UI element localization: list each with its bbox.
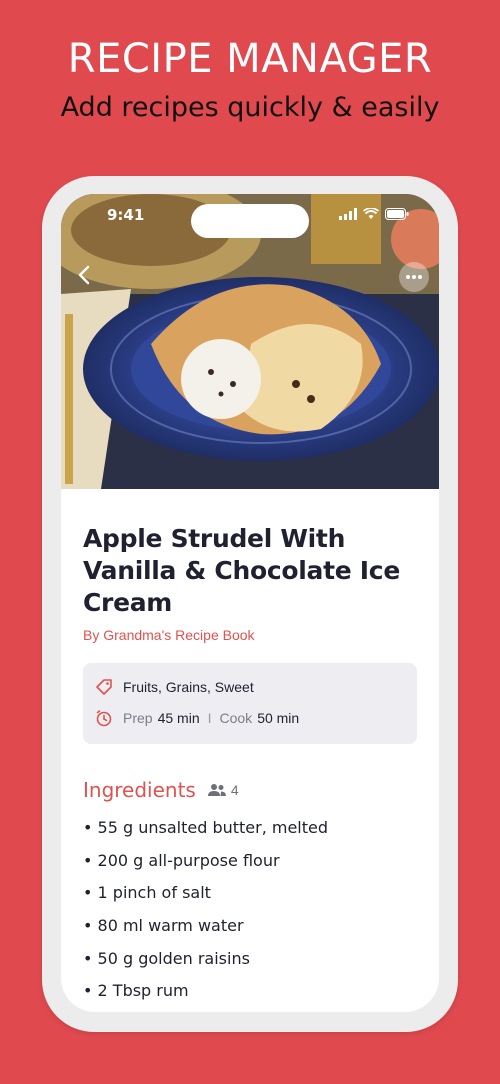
battery-icon [385, 208, 409, 220]
chevron-left-icon [78, 265, 90, 285]
recipe-photo: 9:41 [61, 194, 439, 489]
ingredient-item: • 1 pinch of salt [83, 883, 211, 903]
cook-label: Cook [219, 710, 253, 726]
prep-label: Prep [123, 710, 153, 726]
status-time: 9:41 [107, 206, 145, 224]
status-icons [339, 208, 409, 220]
recipe-photo-art [61, 194, 439, 489]
recipe-tags: Fruits, Grains, Sweet [123, 679, 254, 695]
banner-title: RECIPE MANAGER [67, 36, 433, 82]
wifi-icon [363, 208, 379, 219]
recipe-title: Apple Strudel With Vanilla & Chocolate I… [83, 524, 400, 617]
cook-time: 50 min [257, 710, 300, 726]
recipe-content: Apple Strudel With Vanilla & Chocolate I… [83, 489, 419, 1012]
more-options-button[interactable] [399, 262, 429, 292]
signal-icon [339, 208, 357, 220]
ingredient-item: • 2 Tbsp rum [83, 981, 189, 1001]
servings-count: 4 [230, 782, 239, 798]
ingredient-item: • 200 g all-purpose flour [83, 850, 280, 870]
people-icon [207, 783, 226, 797]
timer-icon [95, 709, 113, 727]
tags-row[interactable]: Fruits, Grains, Sweet [95, 677, 405, 697]
dynamic-island [191, 204, 309, 238]
servings-button[interactable]: 4 [207, 782, 239, 798]
back-button[interactable] [71, 260, 97, 290]
tag-icon [95, 678, 113, 696]
recipe-screen: 9:41 Apple Strudel With Vanilla & Chocol… [61, 194, 439, 1012]
ingredient-item: • 80 ml warm water [83, 916, 244, 936]
ingredients-header: Ingredients 4 [83, 778, 419, 802]
prep-time: 45 min [157, 710, 200, 726]
recipe-info-card: Fruits, Grains, Sweet Prep 45 min I Cook… [83, 663, 417, 744]
banner-subtitle: Add recipes quickly & easily [60, 92, 440, 123]
time-separator: I [207, 710, 212, 726]
more-horizontal-icon [406, 275, 422, 279]
time-row: Prep 45 min I Cook 50 min [95, 708, 405, 728]
ingredient-item: • 50 g golden raisins [83, 948, 250, 968]
recipe-source-link[interactable]: By Grandma's Recipe Book [83, 627, 419, 643]
ingredients-heading: Ingredients [83, 778, 196, 802]
ingredients-list: • 55 g unsalted butter, melted • 200 g al… [83, 818, 419, 1012]
ingredient-item: • 55 g unsalted butter, melted [83, 818, 329, 837]
